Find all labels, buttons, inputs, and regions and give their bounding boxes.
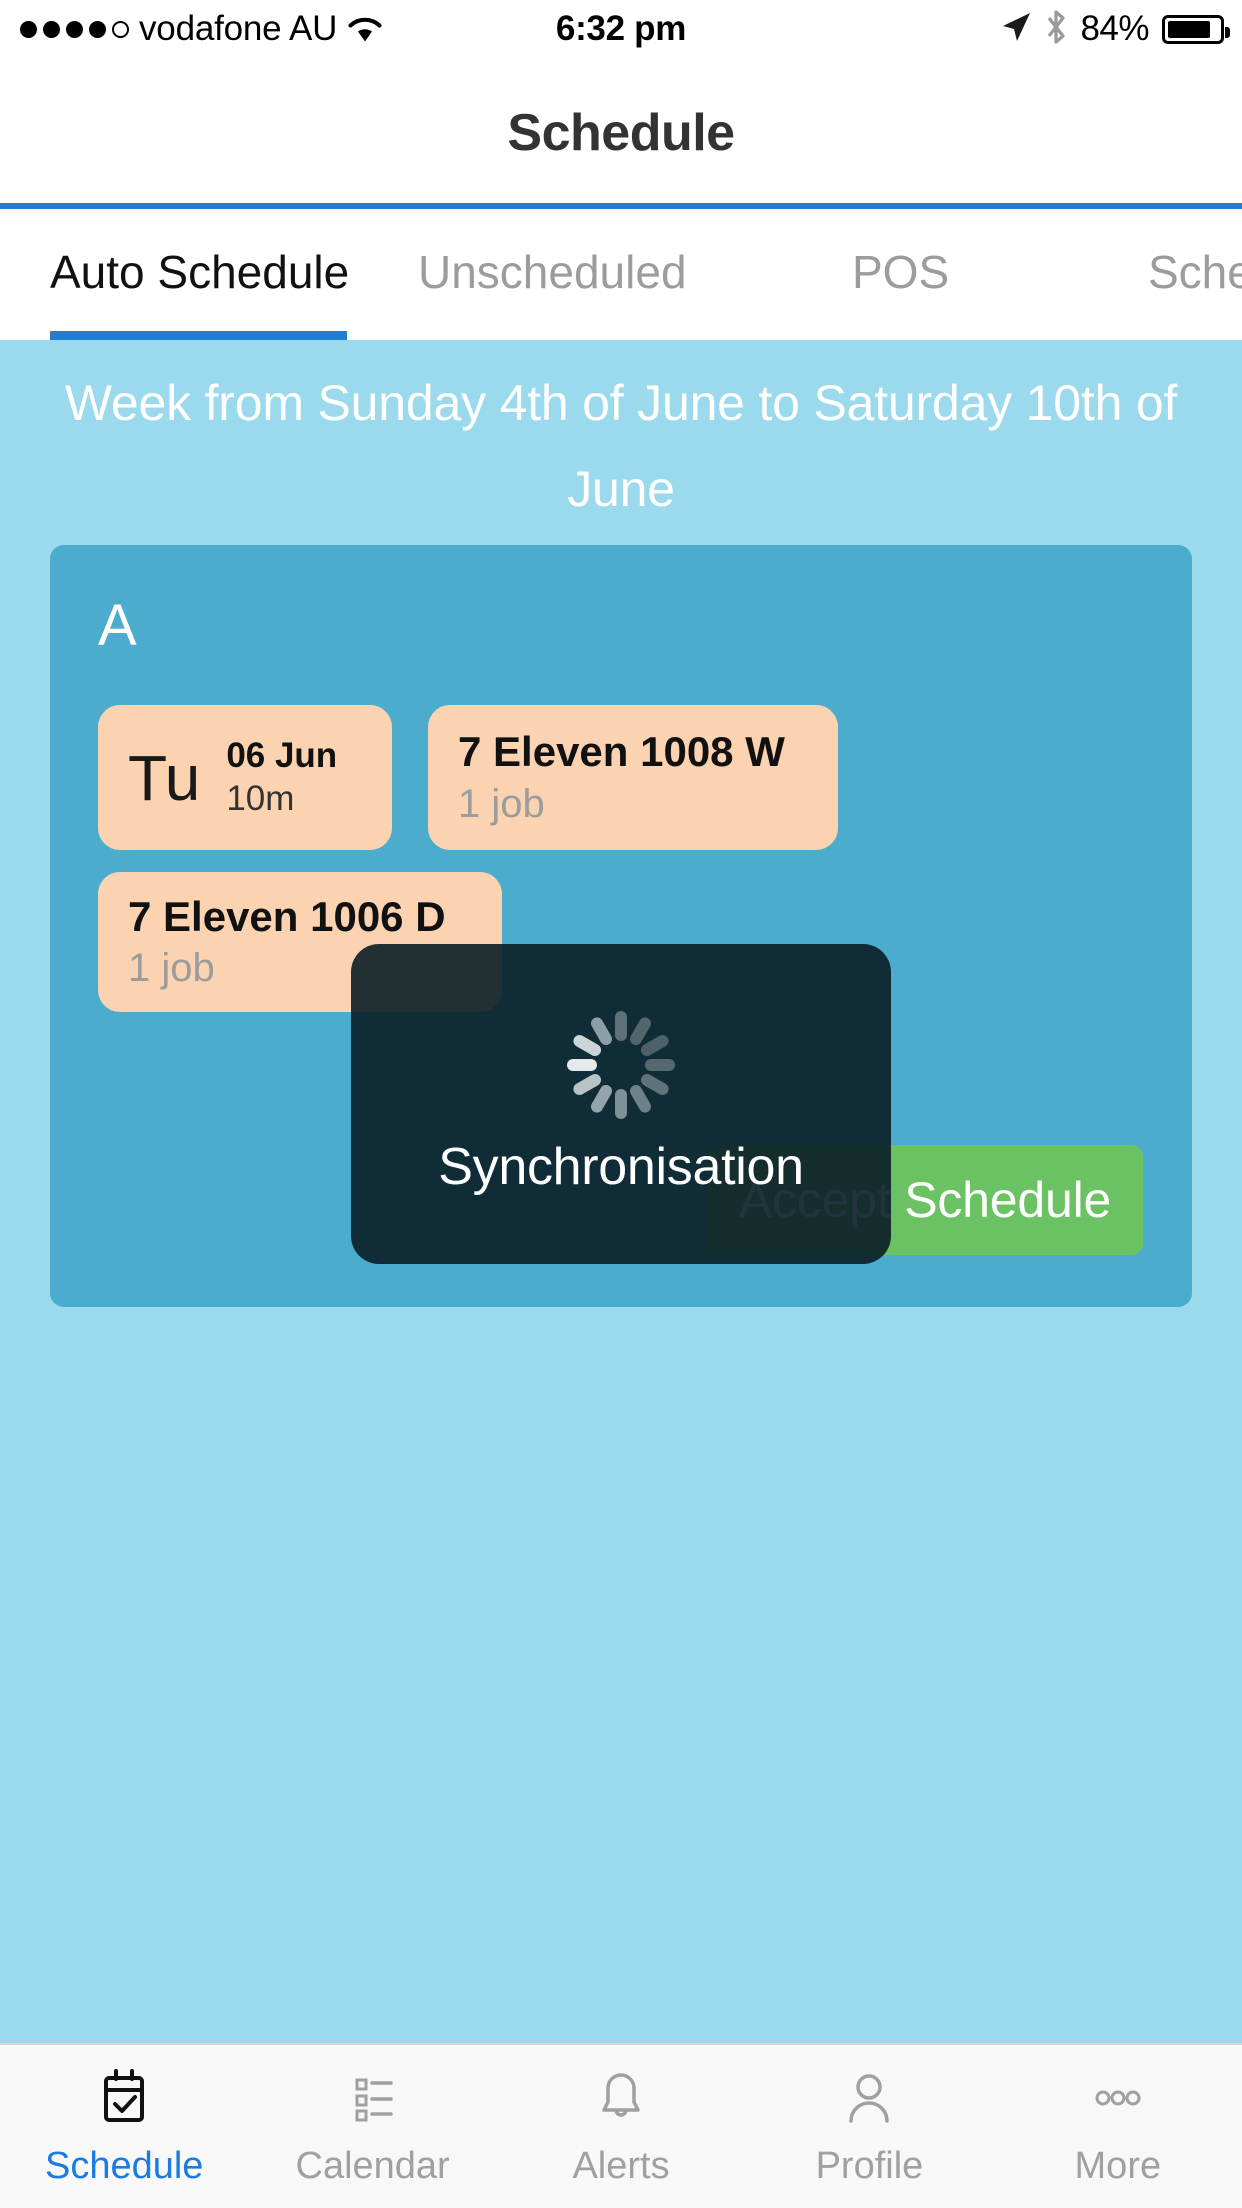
bottom-tab-calendar[interactable]: Calendar <box>248 2045 496 2208</box>
ellipsis-icon <box>1086 2065 1150 2131</box>
job-name-label: 7 Eleven 1006 D <box>128 892 446 940</box>
list-icon <box>341 2065 405 2131</box>
tab-scheduled[interactable]: Sche <box>1148 209 1242 340</box>
loading-spinner-icon <box>567 1011 675 1119</box>
bottom-tab-label: Calendar <box>295 2145 450 2187</box>
day-duration-label: 10m <box>226 778 295 818</box>
location-arrow-icon <box>1000 10 1032 49</box>
status-bar-right: 84% <box>1000 0 1230 58</box>
bottom-tab-label: Alerts <box>572 2145 670 2187</box>
bottom-tab-schedule[interactable]: Schedule <box>0 2045 248 2208</box>
person-icon <box>837 2065 901 2131</box>
job-count-label: 1 job <box>458 781 545 826</box>
bluetooth-icon <box>1045 9 1067 50</box>
bottom-tab-label: More <box>1074 2145 1162 2187</box>
status-bar: vodafone AU 6:32 pm 84% <box>0 0 1242 58</box>
page-title: Schedule <box>507 103 735 162</box>
active-tab-indicator <box>50 331 347 340</box>
bottom-tab-label: Schedule <box>44 2145 204 2187</box>
tab-pos[interactable]: POS <box>852 209 949 340</box>
tab-auto-schedule[interactable]: Auto Schedule <box>50 209 349 340</box>
battery-percent-label: 84% <box>1080 9 1149 48</box>
bottom-tab-alerts[interactable]: Alerts <box>497 2045 745 2208</box>
day-pill[interactable]: Tu 06 Jun 10m <box>98 705 392 850</box>
day-of-week-label: Tu <box>128 741 201 814</box>
synchronisation-label: Synchronisation <box>438 1138 804 1196</box>
synchronisation-overlay: Synchronisation <box>351 944 891 1264</box>
segment-tab-bar[interactable]: Auto Schedule Unscheduled POS Sche <box>0 209 1242 340</box>
battery-icon <box>1162 14 1230 44</box>
job-pill[interactable]: 7 Eleven 1008 W 1 job <box>428 705 838 850</box>
bottom-tab-profile[interactable]: Profile <box>745 2045 993 2208</box>
week-range-label: Week from Sunday 4th of June to Saturday… <box>64 375 1178 517</box>
bell-icon <box>589 2065 653 2131</box>
group-label: A <box>98 593 137 658</box>
bottom-tab-more[interactable]: More <box>994 2045 1242 2208</box>
day-date-label: 06 Jun <box>226 735 338 775</box>
bottom-tab-label: Profile <box>815 2145 924 2187</box>
tab-unscheduled[interactable]: Unscheduled <box>418 209 687 340</box>
calendar-check-icon <box>92 2065 156 2131</box>
job-name-label: 7 Eleven 1008 W <box>458 728 785 776</box>
nav-bar: Schedule <box>0 58 1242 207</box>
bottom-tab-bar[interactable]: Schedule Calendar Alerts Profile More <box>0 2043 1242 2208</box>
